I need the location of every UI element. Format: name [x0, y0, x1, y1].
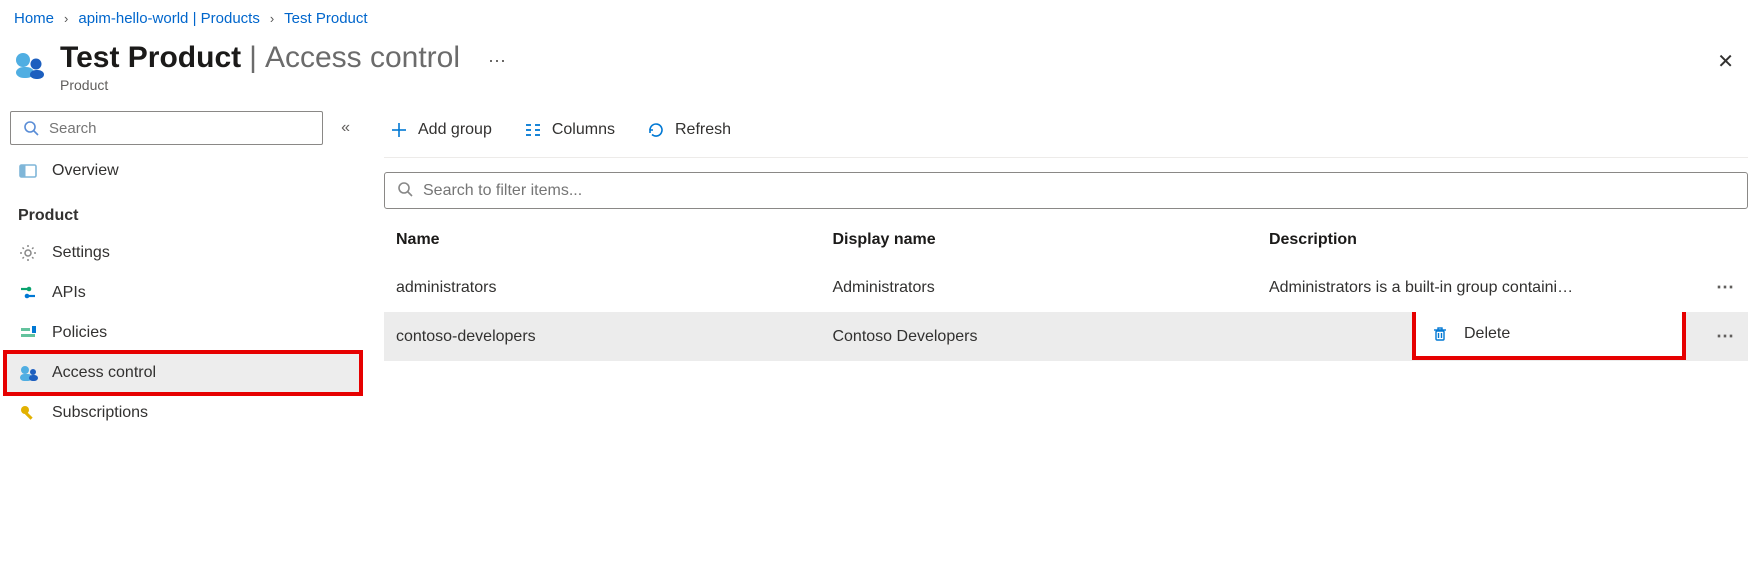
- page-subtitle: Product: [60, 77, 507, 93]
- cmd-label: Columns: [552, 121, 615, 139]
- overview-icon: [18, 161, 38, 181]
- page-section: Access control: [265, 41, 460, 75]
- main-content: Add group Columns Refresh: [360, 111, 1756, 361]
- page-title: Test Product: [60, 41, 241, 75]
- search-icon: [397, 181, 413, 200]
- policies-icon: [18, 323, 38, 343]
- context-delete[interactable]: Delete: [1416, 315, 1682, 353]
- product-group-icon: [10, 47, 46, 86]
- gear-icon: [18, 243, 38, 263]
- cell-display-name: Contoso Developers: [820, 312, 1256, 361]
- cell-name: contoso-developers: [384, 312, 820, 361]
- groups-table: Name Display name Description administra…: [384, 215, 1748, 361]
- row-actions-menu[interactable]: ⋯: [1716, 326, 1735, 346]
- row-actions-menu[interactable]: ⋯: [1716, 277, 1735, 297]
- columns-icon: [524, 121, 542, 139]
- sidebar-item-overview[interactable]: Overview: [6, 151, 360, 191]
- apis-icon: [18, 283, 38, 303]
- sidebar-item-label: Settings: [52, 244, 110, 262]
- breadcrumb-test-product[interactable]: Test Product: [284, 10, 367, 27]
- col-header-display-name[interactable]: Display name: [820, 215, 1256, 263]
- access-control-icon: [18, 363, 38, 383]
- plus-icon: [390, 121, 408, 139]
- cell-display-name: Administrators: [820, 263, 1256, 312]
- cmd-label: Refresh: [675, 121, 731, 139]
- chevron-right-icon: ›: [64, 11, 68, 26]
- command-bar: Add group Columns Refresh: [384, 111, 1748, 158]
- filter-box[interactable]: [384, 172, 1748, 209]
- more-icon[interactable]: ⋯: [488, 51, 507, 72]
- sidebar-search[interactable]: [10, 111, 323, 145]
- add-group-button[interactable]: Add group: [384, 117, 498, 143]
- breadcrumb-home[interactable]: Home: [14, 10, 54, 27]
- sidebar-search-input[interactable]: [49, 120, 312, 137]
- sidebar-item-label: Subscriptions: [52, 404, 148, 422]
- table-row[interactable]: contoso-developers Contoso Developers De…: [384, 312, 1748, 361]
- sidebar-item-label: Policies: [52, 324, 107, 342]
- refresh-icon: [647, 121, 665, 139]
- cell-name: administrators: [384, 263, 820, 312]
- refresh-button[interactable]: Refresh: [641, 117, 737, 143]
- close-icon[interactable]: ✕: [1709, 41, 1742, 82]
- chevron-right-icon: ›: [270, 11, 274, 26]
- cell-description: Administrators is a built-in group conta…: [1257, 263, 1704, 312]
- col-header-description[interactable]: Description: [1257, 215, 1704, 263]
- sidebar-item-settings[interactable]: Settings: [6, 233, 360, 273]
- columns-button[interactable]: Columns: [518, 117, 621, 143]
- sidebar-item-apis[interactable]: APIs: [6, 273, 360, 313]
- collapse-sidebar-icon[interactable]: «: [335, 113, 356, 143]
- table-row[interactable]: administrators Administrators Administra…: [384, 263, 1748, 312]
- title-separator: |: [249, 41, 257, 75]
- key-icon: [18, 403, 38, 423]
- filter-input[interactable]: [423, 182, 1735, 200]
- row-context-menu: Delete: [1412, 312, 1686, 360]
- sidebar-item-label: Access control: [52, 364, 156, 382]
- breadcrumb-products[interactable]: apim-hello-world | Products: [78, 10, 259, 27]
- sidebar-item-subscriptions[interactable]: Subscriptions: [6, 393, 360, 433]
- cell-description: Delete: [1257, 312, 1704, 361]
- sidebar-item-policies[interactable]: Policies: [6, 313, 360, 353]
- sidebar-item-label: APIs: [52, 284, 86, 302]
- sidebar-section-title: Product: [6, 191, 360, 233]
- trash-icon: [1432, 326, 1448, 342]
- sidebar-item-label: Overview: [52, 162, 119, 180]
- search-icon: [21, 118, 41, 138]
- page-header: Test Product | Access control ⋯ Product …: [0, 37, 1756, 111]
- col-header-name[interactable]: Name: [384, 215, 820, 263]
- sidebar-item-access-control[interactable]: Access control: [6, 353, 360, 393]
- context-item-label: Delete: [1464, 325, 1510, 343]
- breadcrumb: Home › apim-hello-world | Products › Tes…: [0, 0, 1756, 37]
- sidebar: « Overview Product Settings APIs Po: [0, 111, 360, 453]
- cmd-label: Add group: [418, 121, 492, 139]
